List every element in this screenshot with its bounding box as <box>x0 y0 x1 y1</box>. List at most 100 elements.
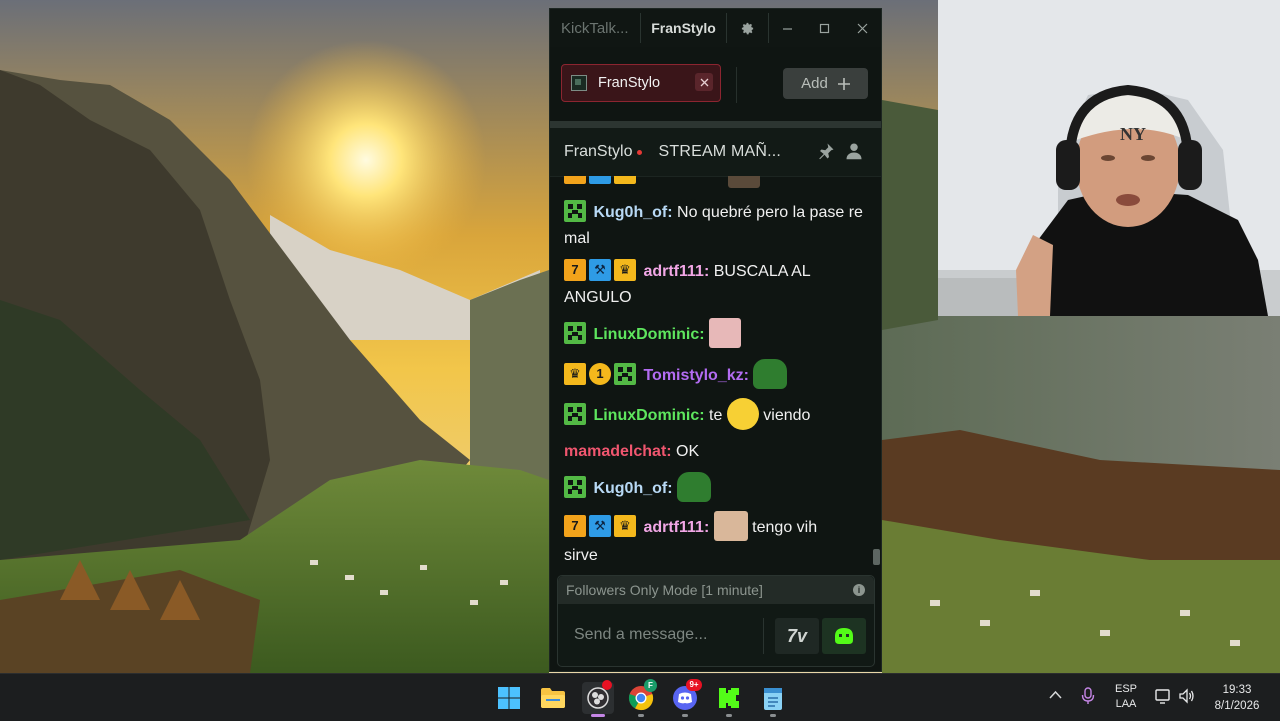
header-channel-name[interactable]: FranStylo <box>564 143 632 161</box>
taskbar: F 9+ ESP LAA 19:33 8/1/2026 <box>0 673 1280 721</box>
notepad-icon <box>764 688 782 710</box>
moderator-badge-icon: ⚒ <box>589 258 611 281</box>
flex-emote-icon <box>713 511 748 541</box>
subscriber-badge-icon <box>564 322 586 344</box>
chat-messages[interactable]: Kug0h_of: No quebré pero la pase re mal … <box>550 176 873 574</box>
subscriber-badge-icon <box>614 363 636 385</box>
followers-only-bar: Followers Only Mode [1 minute] i <box>558 576 874 604</box>
chat-message: LinuxDominic: te viendo <box>564 398 864 432</box>
tabs-separator <box>550 121 881 128</box>
chat-message: 7 ⚒ ♛ adrtf111: tengo vih sirve <box>564 511 864 569</box>
maximize-button[interactable] <box>806 9 843 47</box>
chat-username[interactable]: Kug0h_of: <box>593 480 672 497</box>
chat-scrollbar[interactable] <box>873 549 880 565</box>
webcam-overlay: NY <box>938 0 1280 316</box>
notepad-button[interactable] <box>758 683 788 713</box>
chat-username[interactable]: Tomistylo_kz: <box>643 367 749 384</box>
clock-date: 8/1/2026 <box>1214 700 1260 712</box>
chat-text: tengo vih <box>752 519 818 537</box>
discord-notification-badge: 9+ <box>686 679 702 691</box>
gifter-badge-icon: 7 <box>564 515 586 537</box>
moderator-badge-icon <box>589 176 611 184</box>
user-icon[interactable] <box>845 142 863 160</box>
svg-text:NY: NY <box>1120 124 1146 144</box>
info-icon[interactable]: i <box>853 584 865 596</box>
stream-title: STREAM MAÑ... <box>658 143 782 160</box>
crown-badge-icon <box>614 176 636 184</box>
seventv-icon: 7v <box>786 625 808 646</box>
chat-message: mamadelchat: OK <box>564 439 864 465</box>
crown-badge-icon: ♛ <box>614 515 636 537</box>
chat-message-partial <box>564 176 864 190</box>
chat-username[interactable]: Kug0h_of: <box>593 204 672 221</box>
microphone-icon[interactable] <box>1081 687 1095 710</box>
chrome-profile-badge: F <box>644 679 657 692</box>
kicktalk-window: KickTalk... FranStylo FranStylo Add Fran… <box>549 8 882 672</box>
followers-only-text: Followers Only Mode [1 minute] <box>566 582 763 598</box>
app-title: KickTalk... <box>561 19 629 37</box>
add-channel-button[interactable]: Add <box>783 68 868 99</box>
moderator-badge-icon: ⚒ <box>589 515 611 537</box>
minimize-icon <box>783 27 793 30</box>
lang-line-2: LAA <box>1115 698 1137 710</box>
input-language-indicator[interactable]: ESP LAA <box>1110 682 1142 712</box>
active-channel-tab[interactable]: FranStylo <box>640 13 727 43</box>
chrome-running-indicator <box>638 714 644 717</box>
gifter-badge-icon <box>564 176 586 184</box>
message-input[interactable] <box>558 604 760 666</box>
chat-text: OK <box>676 443 700 460</box>
title-bar: KickTalk... FranStylo <box>550 9 881 47</box>
discord-button[interactable]: 9+ <box>670 679 702 713</box>
live-indicator <box>637 149 643 155</box>
kick-button[interactable] <box>714 683 744 713</box>
chat-message: ♛ 1 Tomistylo_kz: <box>564 359 864 391</box>
kick-icon <box>719 688 739 708</box>
close-icon <box>700 78 708 86</box>
gifter-badge-icon: 7 <box>564 258 586 281</box>
windows-start-icon <box>498 687 520 709</box>
tray-chevron-up-icon[interactable] <box>1049 687 1062 703</box>
close-button[interactable] <box>844 9 881 47</box>
channel-tab-label: FranStylo <box>598 75 661 91</box>
close-icon <box>857 23 868 33</box>
chat-message: Kug0h_of: <box>564 472 864 504</box>
subscriber-badge-icon <box>564 199 586 222</box>
chrome-button[interactable]: F <box>626 679 657 713</box>
crown-badge-icon: ♛ <box>614 258 636 281</box>
chat-username[interactable]: mamadelchat: <box>564 443 672 460</box>
folder-icon <box>541 688 565 708</box>
channel-tab-franstylo[interactable]: FranStylo <box>561 64 721 102</box>
obs-button[interactable] <box>582 680 614 714</box>
emote-picker-icon <box>835 628 853 644</box>
chat-username[interactable]: adrtf111: <box>643 263 709 280</box>
chat-text: viendo <box>763 407 811 425</box>
chat-text: sirve <box>564 547 598 564</box>
first-badge-icon: 1 <box>589 363 611 385</box>
chat-input-area: Followers Only Mode [1 minute] i 7v <box>557 575 875 667</box>
close-tab-button[interactable] <box>695 73 713 91</box>
chat-header: FranStylo STREAM MAÑ... <box>550 128 881 177</box>
chat-username[interactable]: LinuxDominic: <box>593 407 704 424</box>
subscriber-badge-icon <box>564 476 586 498</box>
network-icon[interactable] <box>1154 687 1172 710</box>
seventv-emote-button[interactable]: 7v <box>775 618 819 654</box>
crown-badge-icon: ♛ <box>564 363 586 385</box>
file-explorer-button[interactable] <box>538 683 568 713</box>
subscriber-badge-icon <box>564 403 586 425</box>
minimize-button[interactable] <box>769 9 806 47</box>
volume-icon[interactable] <box>1178 687 1196 710</box>
obs-recording-dot <box>602 680 612 690</box>
discord-running-indicator <box>682 714 688 717</box>
thumbs-up-emote-icon <box>726 398 759 430</box>
system-clock[interactable]: 19:33 8/1/2026 <box>1200 682 1274 714</box>
clock-time: 19:33 <box>1222 684 1252 696</box>
chat-username[interactable]: LinuxDominic: <box>593 326 704 343</box>
settings-button[interactable] <box>727 13 769 43</box>
chat-username[interactable]: adrtf111: <box>643 519 709 536</box>
pepe-emote-icon <box>677 472 712 502</box>
start-button[interactable] <box>494 683 524 713</box>
pin-icon[interactable] <box>817 142 835 160</box>
kick-emote-button[interactable] <box>822 618 866 654</box>
add-button-label: Add <box>801 75 828 92</box>
lang-line-1: ESP <box>1114 683 1137 695</box>
